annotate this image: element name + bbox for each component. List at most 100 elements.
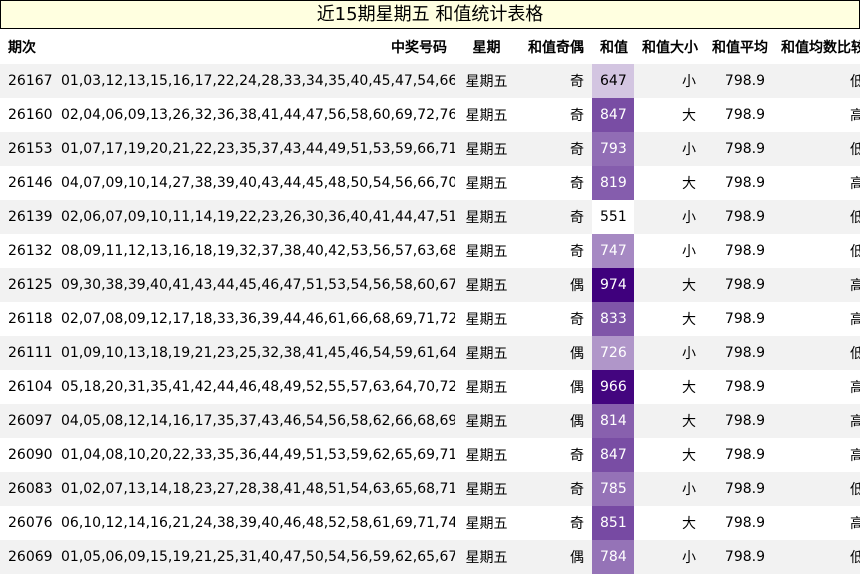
cell-period: 26160 — [8, 107, 53, 123]
cell-average: 798.9 — [724, 175, 765, 191]
cell-compare: 高 — [850, 380, 860, 396]
cell-numbers: 04,05,08,12,14,16,17,35,37,43,46,54,56,5… — [61, 413, 455, 429]
cell-average: 798.9 — [724, 447, 765, 463]
cell-period: 26076 — [8, 515, 53, 531]
cell-period: 26111 — [8, 345, 53, 361]
cell-size: 小 — [682, 142, 696, 158]
cell-sum: 814 — [592, 404, 634, 438]
cell-sum: 793 — [592, 132, 634, 166]
cell-odd-even: 奇 — [570, 516, 584, 532]
header-odd-even: 和值奇偶 — [528, 39, 584, 56]
cell-size: 大 — [682, 278, 696, 294]
cell-period: 26125 — [8, 277, 53, 293]
cell-sum: 747 — [592, 234, 634, 268]
header-size: 和值大小 — [642, 39, 698, 56]
cell-numbers: 01,02,07,13,14,18,23,27,28,38,41,48,51,5… — [61, 481, 455, 497]
cell-period: 26069 — [8, 549, 53, 565]
cell-sum: 785 — [592, 472, 634, 506]
table-row: 26111 01,09,10,13,18,19,21,23,25,32,38,41… — [0, 336, 860, 370]
cell-numbers: 01,04,08,10,20,22,33,35,36,44,49,51,53,5… — [61, 447, 455, 463]
cell-period: 26118 — [8, 311, 53, 327]
cell-weekday: 星期五 — [465, 414, 508, 430]
cell-period: 26104 — [8, 379, 53, 395]
cell-weekday: 星期五 — [465, 74, 508, 90]
cell-odd-even: 奇 — [570, 74, 584, 90]
cell-average: 798.9 — [724, 345, 765, 361]
header-row: 期次 中奖号码 星期 和值奇偶 和值 和值大小 和值平均 和值均数比较 — [0, 29, 860, 64]
cell-weekday: 星期五 — [465, 346, 508, 362]
cell-sum: 647 — [592, 64, 634, 98]
cell-period: 26153 — [8, 141, 53, 157]
cell-odd-even: 偶 — [570, 414, 584, 430]
cell-sum: 847 — [592, 438, 634, 472]
cell-compare: 高 — [850, 414, 860, 430]
cell-average: 798.9 — [724, 73, 765, 89]
cell-weekday: 星期五 — [465, 312, 508, 328]
cell-size: 小 — [682, 74, 696, 90]
cell-sum: 726 — [592, 336, 634, 370]
cell-odd-even: 奇 — [570, 108, 584, 124]
cell-odd-even: 奇 — [570, 142, 584, 158]
cell-weekday: 星期五 — [465, 448, 508, 464]
header-weekday: 星期 — [472, 39, 501, 56]
cell-period: 26097 — [8, 413, 53, 429]
cell-weekday: 星期五 — [465, 210, 508, 226]
cell-sum: 784 — [592, 540, 634, 574]
cell-compare: 高 — [850, 516, 860, 532]
cell-numbers: 01,03,12,13,15,16,17,22,24,28,33,34,35,4… — [61, 73, 455, 89]
cell-sum: 974 — [592, 268, 634, 302]
cell-compare: 高 — [850, 278, 860, 294]
cell-size: 大 — [682, 380, 696, 396]
cell-average: 798.9 — [724, 413, 765, 429]
cell-size: 大 — [682, 312, 696, 328]
table-row: 26146 04,07,09,10,14,27,38,39,40,43,44,45… — [0, 166, 860, 200]
cell-period: 26132 — [8, 243, 53, 259]
cell-compare: 高 — [850, 448, 860, 464]
cell-average: 798.9 — [724, 243, 765, 259]
cell-weekday: 星期五 — [465, 516, 508, 532]
cell-odd-even: 奇 — [570, 482, 584, 498]
cell-numbers: 02,07,08,09,12,17,18,33,36,39,44,46,61,6… — [61, 311, 455, 327]
cell-size: 大 — [682, 176, 696, 192]
cell-odd-even: 偶 — [570, 550, 584, 566]
cell-average: 798.9 — [724, 311, 765, 327]
cell-compare: 低 — [850, 482, 860, 498]
cell-numbers: 01,05,06,09,15,19,21,25,31,40,47,50,54,5… — [61, 549, 455, 565]
cell-size: 大 — [682, 448, 696, 464]
sum-statistics-table: 期次 中奖号码 星期 和值奇偶 和值 和值大小 和值平均 和值均数比较 2616… — [0, 29, 860, 574]
cell-size: 小 — [682, 346, 696, 362]
cell-weekday: 星期五 — [465, 278, 508, 294]
cell-odd-even: 奇 — [570, 312, 584, 328]
header-average: 和值平均 — [712, 39, 768, 56]
cell-compare: 高 — [850, 312, 860, 328]
cell-weekday: 星期五 — [465, 244, 508, 260]
cell-weekday: 星期五 — [465, 176, 508, 192]
table-row: 26104 05,18,20,31,35,41,42,44,46,48,49,52… — [0, 370, 860, 404]
cell-compare: 高 — [850, 108, 860, 124]
cell-odd-even: 偶 — [570, 346, 584, 362]
cell-odd-even: 奇 — [570, 210, 584, 226]
cell-sum: 966 — [592, 370, 634, 404]
cell-size: 大 — [682, 414, 696, 430]
header-numbers: 中奖号码 — [391, 39, 447, 56]
table-row: 26153 01,07,17,19,20,21,22,23,35,37,43,44… — [0, 132, 860, 166]
table-row: 26069 01,05,06,09,15,19,21,25,31,40,47,50… — [0, 540, 860, 574]
cell-compare: 低 — [850, 346, 860, 362]
table-row: 26139 02,06,07,09,10,11,14,19,22,23,26,30… — [0, 200, 860, 234]
cell-average: 798.9 — [724, 481, 765, 497]
cell-compare: 高 — [850, 176, 860, 192]
cell-weekday: 星期五 — [465, 482, 508, 498]
cell-numbers: 05,18,20,31,35,41,42,44,46,48,49,52,55,5… — [61, 379, 455, 395]
cell-numbers: 09,30,38,39,40,41,43,44,45,46,47,51,53,5… — [61, 277, 455, 293]
cell-average: 798.9 — [724, 515, 765, 531]
cell-weekday: 星期五 — [465, 142, 508, 158]
cell-period: 26139 — [8, 209, 53, 225]
table-row: 26083 01,02,07,13,14,18,23,27,28,38,41,48… — [0, 472, 860, 506]
table-row: 26160 02,04,06,09,13,26,32,36,38,41,44,47… — [0, 98, 860, 132]
cell-size: 小 — [682, 482, 696, 498]
table-row: 26167 01,03,12,13,15,16,17,22,24,28,33,34… — [0, 64, 860, 98]
table-row: 26097 04,05,08,12,14,16,17,35,37,43,46,54… — [0, 404, 860, 438]
cell-average: 798.9 — [724, 379, 765, 395]
cell-numbers: 06,10,12,14,16,21,24,38,39,40,46,48,52,5… — [61, 515, 455, 531]
header-period: 期次 — [8, 39, 36, 56]
